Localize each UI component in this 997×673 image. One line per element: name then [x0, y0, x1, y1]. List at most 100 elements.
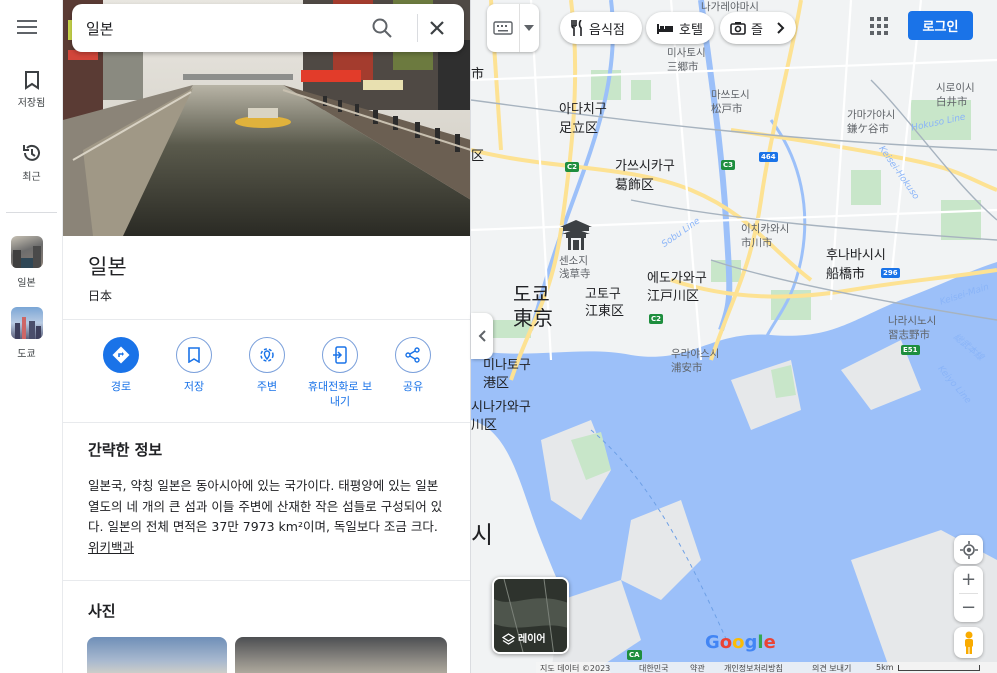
search-input[interactable]: [86, 16, 356, 40]
search-icon[interactable]: [370, 16, 394, 40]
apps-grid-icon[interactable]: [870, 17, 888, 35]
road-shield: E51: [901, 345, 920, 355]
map-label-shiroi[interactable]: 시로이시 白井市: [936, 81, 975, 109]
share-icon: [395, 337, 431, 373]
layers-label: 레이어: [518, 634, 546, 645]
google-logo: Google: [705, 632, 776, 653]
privacy-link[interactable]: 개인정보처리방침: [724, 663, 783, 673]
chevron-down-icon[interactable]: [524, 25, 534, 31]
input-tools-button[interactable]: [487, 4, 539, 52]
history-item-tokyo[interactable]: 도쿄: [0, 307, 63, 363]
my-location-icon: [959, 540, 978, 559]
chip-label: 즐: [751, 22, 763, 38]
about-heading: 간략한 정보: [88, 441, 163, 459]
terms-link[interactable]: 약관: [690, 663, 705, 673]
saved-button[interactable]: 저장됨: [0, 70, 63, 109]
map-label-adachi[interactable]: 아다치구 足立区: [559, 100, 607, 138]
map-footer: 지도 데이터 ©2023 대한민국 약관 개인정보처리방침 의견 보내기 5km: [536, 662, 997, 673]
zoom-in-button[interactable]: +: [954, 566, 983, 593]
wikipedia-link[interactable]: 위키백과: [88, 540, 134, 555]
scale-label[interactable]: 5km: [876, 663, 894, 672]
save-label: 저장: [183, 380, 205, 393]
map-label-tokyo[interactable]: 도쿄 東京: [513, 282, 553, 330]
chip-hotels[interactable]: 호텔: [646, 12, 714, 44]
road-shield: 464: [759, 152, 778, 162]
send-to-phone-button[interactable]: 휴대전화로 보내기: [304, 337, 376, 409]
nearby-button[interactable]: 주변: [231, 337, 303, 394]
saved-label: 저장됨: [17, 98, 46, 109]
left-rail: 저장됨 최근 일본 도쿄: [0, 0, 63, 673]
map-label-shinagawa[interactable]: 시나가와구 川区: [471, 399, 531, 435]
bookmark-icon: [176, 337, 212, 373]
road-shield: C2: [565, 162, 580, 172]
history-thumbnail: [11, 307, 43, 339]
my-location-button[interactable]: [954, 535, 983, 564]
map-label-edge-ward: 区: [471, 149, 485, 164]
directions-button[interactable]: 경로: [85, 337, 157, 394]
place-title: 일본: [88, 255, 127, 279]
photos-heading: 사진: [88, 602, 116, 620]
region-link[interactable]: 대한민국: [639, 663, 668, 673]
keyboard-icon: [493, 21, 513, 35]
feedback-link[interactable]: 의견 보내기: [812, 663, 851, 673]
recent-button[interactable]: 최근: [0, 142, 63, 183]
history-item-japan[interactable]: 일본: [0, 236, 63, 292]
map-label-ichikawa[interactable]: 이치카와시 市川市: [741, 222, 789, 250]
chip-attractions[interactable]: 즐: [720, 12, 796, 44]
about-body: 일본국, 약칭 일본은 동아시아에 있는 국가이다. 태평양에 있는 일본 열도…: [88, 478, 443, 534]
road-shield: CA: [627, 650, 642, 660]
search-box: [72, 4, 464, 52]
map-label-sensoji[interactable]: 센소지 浅草寺: [559, 255, 591, 281]
login-button[interactable]: 로그인: [908, 11, 973, 40]
divider: [63, 580, 470, 581]
place-subtitle: 日本: [88, 289, 113, 303]
chevron-left-icon: [478, 330, 486, 342]
recent-label: 최근: [22, 172, 41, 183]
history-label: 도쿄: [17, 349, 36, 360]
map-canvas[interactable]: 도쿄 東京 고토구 江東区 에도가와구 江戸川区 가쓰시카구 葛飾区 아다치구 足立区 미…: [471, 0, 997, 673]
map-label-edge-bay: 시: [471, 521, 494, 549]
close-icon[interactable]: [425, 16, 449, 40]
map-label-kamagaya[interactable]: 가마가야시 鎌ケ谷市: [847, 108, 895, 136]
map-label-matsudo[interactable]: 마쓰도시 松戸市: [711, 88, 750, 116]
history-thumbnail: [11, 236, 43, 268]
chevron-right-icon[interactable]: [777, 22, 785, 34]
menu-icon[interactable]: [17, 19, 37, 35]
map-label-funabashi[interactable]: 후나바시시 船橋市: [826, 246, 886, 284]
rail-divider: [6, 212, 57, 213]
chip-label: 음식점: [589, 22, 625, 38]
map-label-katsushika[interactable]: 가쓰시카구 葛飾区: [615, 157, 675, 195]
share-button[interactable]: 공유: [377, 337, 449, 394]
history-icon: [22, 144, 40, 161]
road-shield: C3: [721, 160, 736, 170]
bookmark-icon: [24, 71, 39, 90]
temple-icon[interactable]: [557, 217, 595, 253]
photo-thumbnail[interactable]: [87, 637, 227, 673]
map-label-edge-city: 市: [471, 67, 485, 82]
share-label: 공유: [402, 380, 424, 393]
photo-thumbnail[interactable]: [235, 637, 447, 673]
save-button[interactable]: 저장: [158, 337, 230, 394]
divider: [63, 319, 470, 320]
zoom-out-button[interactable]: −: [954, 594, 983, 621]
search-divider: [417, 14, 418, 42]
map-label-edogawa[interactable]: 에도가와구 江戸川区: [647, 270, 707, 306]
history-label: 일본: [17, 278, 36, 289]
collapse-panel-button[interactable]: [471, 313, 493, 359]
chip-restaurants[interactable]: 음식점: [560, 12, 642, 44]
map-label-narashino[interactable]: 나라시노시 習志野市: [888, 314, 936, 342]
map-label-misato[interactable]: 미사토시 三郷市: [667, 46, 706, 74]
scale-bar: [898, 665, 980, 671]
map-label-koto[interactable]: 고토구 江東区: [585, 286, 624, 320]
map-label-minato[interactable]: 미나토구 港区: [483, 357, 531, 393]
layers-button[interactable]: 레이어: [492, 577, 569, 654]
divider: [63, 422, 470, 423]
action-bar: 경로 저장 주변 휴대전화로 보내기 공유: [85, 337, 455, 417]
chip-label: 호텔: [679, 22, 703, 38]
map-label-urayasu[interactable]: 우라야스시 浦安市: [671, 347, 719, 375]
zoom-controls: + −: [954, 566, 983, 622]
pegman-icon: [964, 631, 973, 654]
pegman-button[interactable]: [954, 627, 983, 658]
send-to-phone-icon: [322, 337, 358, 373]
about-text: 일본국, 약칭 일본은 동아시아에 있는 국가이다. 태평양에 있는 일본 열도…: [88, 476, 448, 558]
